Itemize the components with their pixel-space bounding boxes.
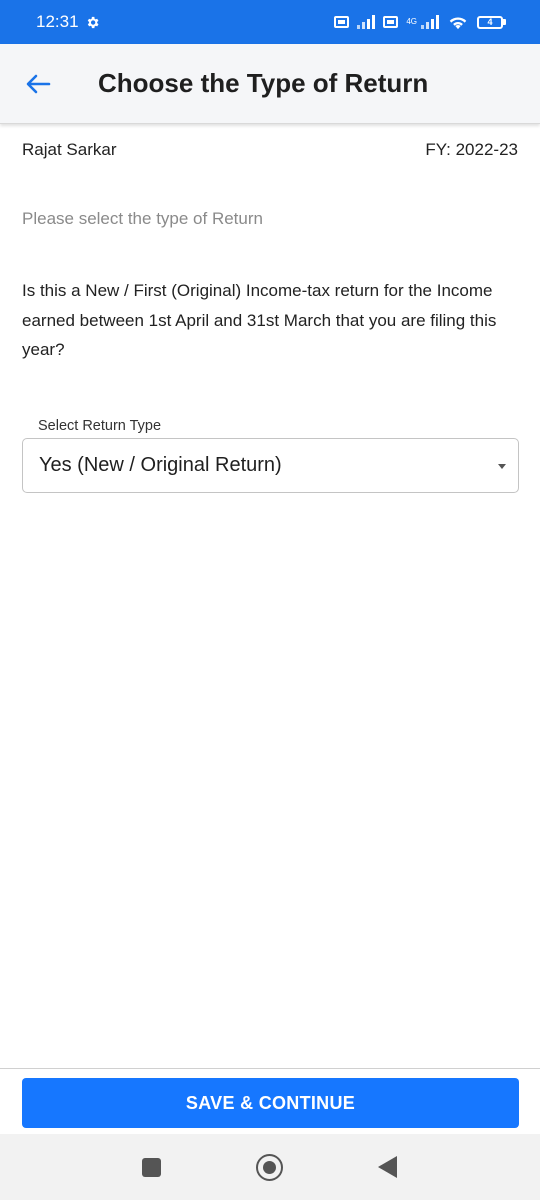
volte-icon-2 [383,16,399,28]
settings-gear-icon [87,16,99,28]
user-meta-row: Rajat Sarkar FY: 2022-23 [22,140,518,160]
financial-year: FY: 2022-23 [425,140,518,159]
system-back-icon[interactable] [378,1156,397,1178]
status-right: 4G 4 [334,14,506,30]
home-icon[interactable] [256,1154,283,1181]
return-type-selected-value: Yes (New / Original Return) [39,454,282,476]
battery-level: 4 [477,15,503,29]
battery-icon: 4 [477,15,506,29]
volte-icon [334,16,350,28]
recent-apps-icon[interactable] [142,1158,161,1177]
save-and-continue-button[interactable]: SAVE & CONTINUE [22,1078,519,1128]
network-type: 4G [406,17,417,26]
return-type-label: Select Return Type [38,418,162,434]
status-left: 12:31 [36,12,100,32]
user-name: Rajat Sarkar [22,140,117,159]
signal-icon [357,15,376,29]
signal-icon-2 [421,15,439,29]
return-type-select[interactable]: Yes (New / Original Return) [22,438,519,493]
arrow-left-icon [26,74,51,93]
system-nav-bar [0,1134,540,1200]
dropdown-caret-icon [498,464,506,469]
instruction-hint: Please select the type of Return [22,209,263,228]
back-button[interactable] [0,44,76,124]
wifi-icon [449,17,467,30]
app-bar: Choose the Type of Return [0,44,540,124]
status-bar: 12:31 4G 4 [0,0,540,44]
page-title: Choose the Type of Return [98,68,429,98]
return-question: Is this a New / First (Original) Income-… [22,281,497,359]
status-time: 12:31 [36,12,79,31]
bottom-divider [0,1068,540,1069]
